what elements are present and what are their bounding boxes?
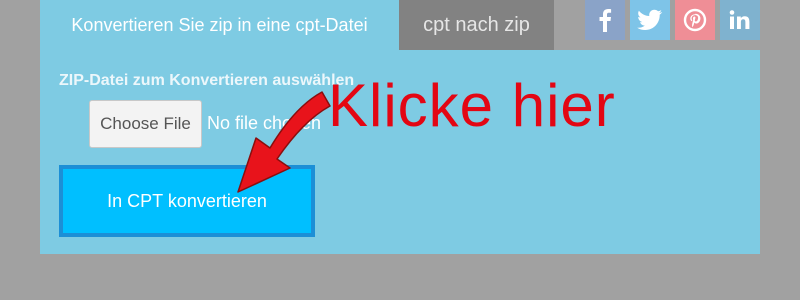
tab-cpt-to-zip[interactable]: cpt nach zip	[399, 0, 554, 50]
file-field-label: ZIP-Datei zum Konvertieren auswählen	[59, 72, 355, 89]
linkedin-icon	[729, 10, 750, 29]
tab-zip-to-cpt[interactable]: Konvertieren Sie zip in eine cpt-Datei	[40, 0, 399, 50]
twitter-icon	[637, 9, 663, 30]
facebook-icon	[599, 9, 612, 32]
pinterest-share-button[interactable]	[675, 0, 715, 40]
pinterest-icon	[683, 8, 707, 32]
file-status-text: No file chosen	[207, 113, 322, 133]
tab-zip-to-cpt-label: Konvertieren Sie zip in eine cpt-Datei	[71, 15, 368, 35]
tab-cpt-to-zip-label: cpt nach zip	[423, 14, 530, 36]
choose-file-button[interactable]: Choose File	[89, 100, 202, 148]
page: Konvertieren Sie zip in eine cpt-Datei c…	[0, 0, 800, 300]
linkedin-share-button[interactable]	[720, 0, 760, 40]
twitter-share-button[interactable]	[630, 0, 670, 40]
click-here-annotation: Klicke hier	[328, 72, 616, 139]
facebook-share-button[interactable]	[585, 0, 625, 40]
convert-button[interactable]: In CPT konvertieren	[59, 165, 315, 237]
